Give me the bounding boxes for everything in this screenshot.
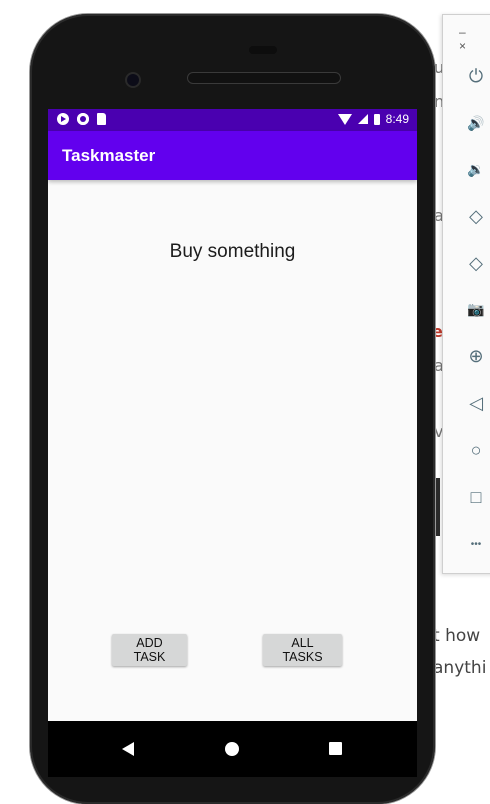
emulator-toolbar: –× ⏻ 🔊 🔉 ◇ ◇ 📷 ⊕ ◁ ○ □ •••: [442, 14, 490, 574]
nav-back-icon[interactable]: [122, 742, 134, 756]
phone-screen: 8:49 Taskmaster Buy something ADD TASK A…: [48, 109, 417, 777]
add-task-button[interactable]: ADD TASK: [112, 634, 187, 666]
rotate-right-icon[interactable]: ◇: [465, 252, 487, 274]
task-title: Buy something: [169, 241, 296, 262]
more-icon[interactable]: •••: [465, 533, 487, 555]
wifi-icon: [337, 113, 352, 125]
background-text-line: anythi: [433, 658, 487, 678]
status-time: 8:49: [385, 112, 409, 126]
home-icon[interactable]: ○: [465, 439, 487, 461]
rotate-left-icon[interactable]: ◇: [465, 205, 487, 227]
minimize-button[interactable]: –: [459, 25, 466, 39]
overview-icon[interactable]: □: [465, 486, 487, 508]
background-text-line: t how: [433, 626, 481, 646]
emulator-window-controls: –×: [459, 25, 490, 53]
signal-icon: [357, 114, 368, 124]
all-tasks-button[interactable]: ALL TASKS: [263, 634, 342, 666]
status-bar: 8:49: [48, 109, 417, 131]
play-protect-icon: [57, 113, 69, 125]
phone-speaker: [187, 72, 341, 84]
sync-icon: [77, 113, 89, 125]
nav-recents-icon[interactable]: [329, 742, 342, 755]
back-icon[interactable]: ◁: [465, 392, 487, 414]
camera-icon[interactable]: 📷: [465, 298, 487, 320]
battery-icon: [373, 113, 380, 125]
app-title: Taskmaster: [62, 146, 156, 165]
zoom-icon[interactable]: ⊕: [465, 345, 487, 367]
power-icon[interactable]: ⏻: [465, 65, 487, 87]
navigation-bar: [48, 721, 417, 777]
app-bar: Taskmaster: [48, 131, 417, 180]
front-camera: [125, 72, 141, 88]
close-button[interactable]: ×: [459, 39, 466, 53]
volume-up-icon[interactable]: 🔊: [465, 112, 487, 134]
nav-home-icon[interactable]: [225, 742, 239, 756]
sd-card-icon: [97, 113, 106, 125]
volume-down-icon[interactable]: 🔉: [465, 158, 487, 180]
phone-sensor: [249, 46, 277, 54]
